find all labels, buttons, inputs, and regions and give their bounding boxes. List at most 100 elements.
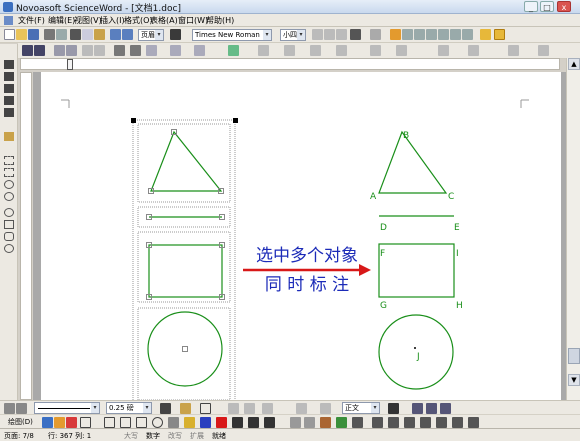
bio-icon[interactable] <box>404 417 415 428</box>
underline-icon[interactable] <box>336 29 347 40</box>
columns-icon[interactable] <box>284 45 295 56</box>
align-right-icon[interactable] <box>426 29 437 40</box>
spacing-icon[interactable] <box>296 403 307 414</box>
menu-file[interactable]: 文件(F) <box>18 15 45 26</box>
front-icon[interactable] <box>228 403 239 414</box>
bold-icon[interactable] <box>312 29 323 40</box>
undo-icon[interactable] <box>110 29 121 40</box>
align-icon[interactable] <box>262 403 273 414</box>
save-icon[interactable] <box>28 29 39 40</box>
triangle-right[interactable] <box>378 130 448 194</box>
line-style-icon[interactable] <box>4 403 15 414</box>
frame-icon[interactable] <box>310 45 321 56</box>
drawing-canvas[interactable]: 选中多个对象 同 时 标 注 B A C D E F I G H J <box>41 72 561 403</box>
curve-tool-icon[interactable] <box>4 96 14 105</box>
pen-icon[interactable] <box>494 29 505 40</box>
line-color-icon[interactable] <box>160 403 171 414</box>
minimize-button[interactable]: _ <box>524 1 538 12</box>
poly-select-icon[interactable] <box>4 168 14 177</box>
shadow-icon[interactable] <box>200 403 211 414</box>
fill-bucket-icon[interactable] <box>200 417 211 428</box>
insert-pic-icon[interactable] <box>228 45 239 56</box>
formula-draw-icon[interactable] <box>352 417 363 428</box>
chem-icon[interactable] <box>130 45 141 56</box>
ellipse-icon[interactable] <box>4 192 14 201</box>
dash-style-icon[interactable] <box>16 403 27 414</box>
lasso-icon[interactable] <box>54 417 65 428</box>
double-arrow-icon[interactable] <box>4 84 14 93</box>
dash-icon[interactable] <box>248 417 259 428</box>
fill-icon[interactable] <box>4 132 14 141</box>
menu-table[interactable]: 表格(A) <box>150 15 178 26</box>
copy-icon[interactable] <box>82 29 93 40</box>
lab-icon[interactable] <box>436 417 447 428</box>
align-center-icon[interactable] <box>414 29 425 40</box>
para-style-combo[interactable]: 正文 ▾ <box>342 402 380 414</box>
redo-icon[interactable] <box>122 29 133 40</box>
line-draw-icon[interactable] <box>104 417 115 428</box>
flip-icon[interactable] <box>538 45 549 56</box>
circle-icon[interactable] <box>4 180 14 189</box>
maximize-button[interactable]: □ <box>540 1 554 12</box>
fill-color-icon[interactable] <box>180 403 191 414</box>
line-weight-icon[interactable] <box>232 417 243 428</box>
triangle-left[interactable] <box>150 130 223 192</box>
size-combo[interactable]: 小四 ▾ <box>280 29 306 41</box>
font-color-icon[interactable] <box>370 29 381 40</box>
polygon-icon[interactable] <box>4 244 14 253</box>
wordart-icon[interactable] <box>184 417 195 428</box>
marker-icon[interactable] <box>480 29 491 40</box>
handle[interactable] <box>182 346 188 352</box>
new-icon[interactable] <box>4 29 15 40</box>
print-icon[interactable] <box>44 29 55 40</box>
group-selection-frame[interactable] <box>132 119 236 403</box>
vertical-scrollbar[interactable]: ▲ ▼ <box>566 58 580 400</box>
shadow-draw-icon[interactable] <box>290 417 301 428</box>
close-button[interactable]: x <box>557 1 571 12</box>
freehand-icon[interactable] <box>4 108 14 117</box>
arrow-style-icon[interactable] <box>264 417 275 428</box>
scroll-thumb[interactable] <box>568 348 580 364</box>
line-width-combo[interactable]: 0.25 磅 ▾ <box>106 402 152 414</box>
style-combo[interactable]: 页眉 ▾ <box>138 29 164 41</box>
arrow-draw-icon[interactable] <box>120 417 131 428</box>
outdent-icon[interactable] <box>34 45 45 56</box>
line-tool-icon[interactable] <box>4 60 14 69</box>
menu-help[interactable]: 帮助(H) <box>206 15 234 26</box>
circle-right[interactable] <box>378 314 454 390</box>
menu-window[interactable]: 窗口(W) <box>178 15 208 26</box>
wrap-icon[interactable] <box>370 45 381 56</box>
ungroup-icon[interactable] <box>468 45 479 56</box>
font-combo[interactable]: Times New Roman ▾ <box>192 29 272 41</box>
line-preview-combo[interactable]: ▾ <box>34 402 100 414</box>
math-icon[interactable] <box>388 417 399 428</box>
subscript-icon[interactable] <box>82 45 93 56</box>
grid-icon[interactable] <box>146 45 157 56</box>
menu-format[interactable]: 格式(O) <box>124 15 153 26</box>
rect-right[interactable] <box>378 243 455 298</box>
ellipse-draw-icon[interactable] <box>152 417 163 428</box>
selection-handle-tr[interactable] <box>233 118 238 123</box>
open-icon[interactable] <box>16 29 27 40</box>
menu-view[interactable]: 视图(V) <box>74 15 102 26</box>
symbol-draw-icon[interactable] <box>320 417 331 428</box>
scroll-down-icon[interactable]: ▼ <box>568 374 580 386</box>
3d-icon[interactable] <box>304 417 315 428</box>
paste-icon[interactable] <box>94 29 105 40</box>
table-icon[interactable] <box>170 29 181 40</box>
chem-draw-icon[interactable] <box>336 417 347 428</box>
rotate-icon[interactable] <box>508 45 519 56</box>
symbol-icon[interactable] <box>350 29 361 40</box>
draw-menu-label[interactable]: 绘图(D) <box>8 417 33 427</box>
arrow-tool-icon[interactable] <box>4 72 14 81</box>
align-left-icon[interactable] <box>402 29 413 40</box>
misc-icon[interactable] <box>468 417 479 428</box>
text-color-icon[interactable] <box>216 417 227 428</box>
cross-icon[interactable] <box>66 417 77 428</box>
insert-table-icon[interactable] <box>440 403 451 414</box>
round-rect-icon[interactable] <box>4 232 14 241</box>
group-icon[interactable] <box>438 45 449 56</box>
select-pointer-icon[interactable] <box>42 417 53 428</box>
rect-select-icon[interactable] <box>4 156 14 165</box>
zoom-icon[interactable] <box>258 45 269 56</box>
